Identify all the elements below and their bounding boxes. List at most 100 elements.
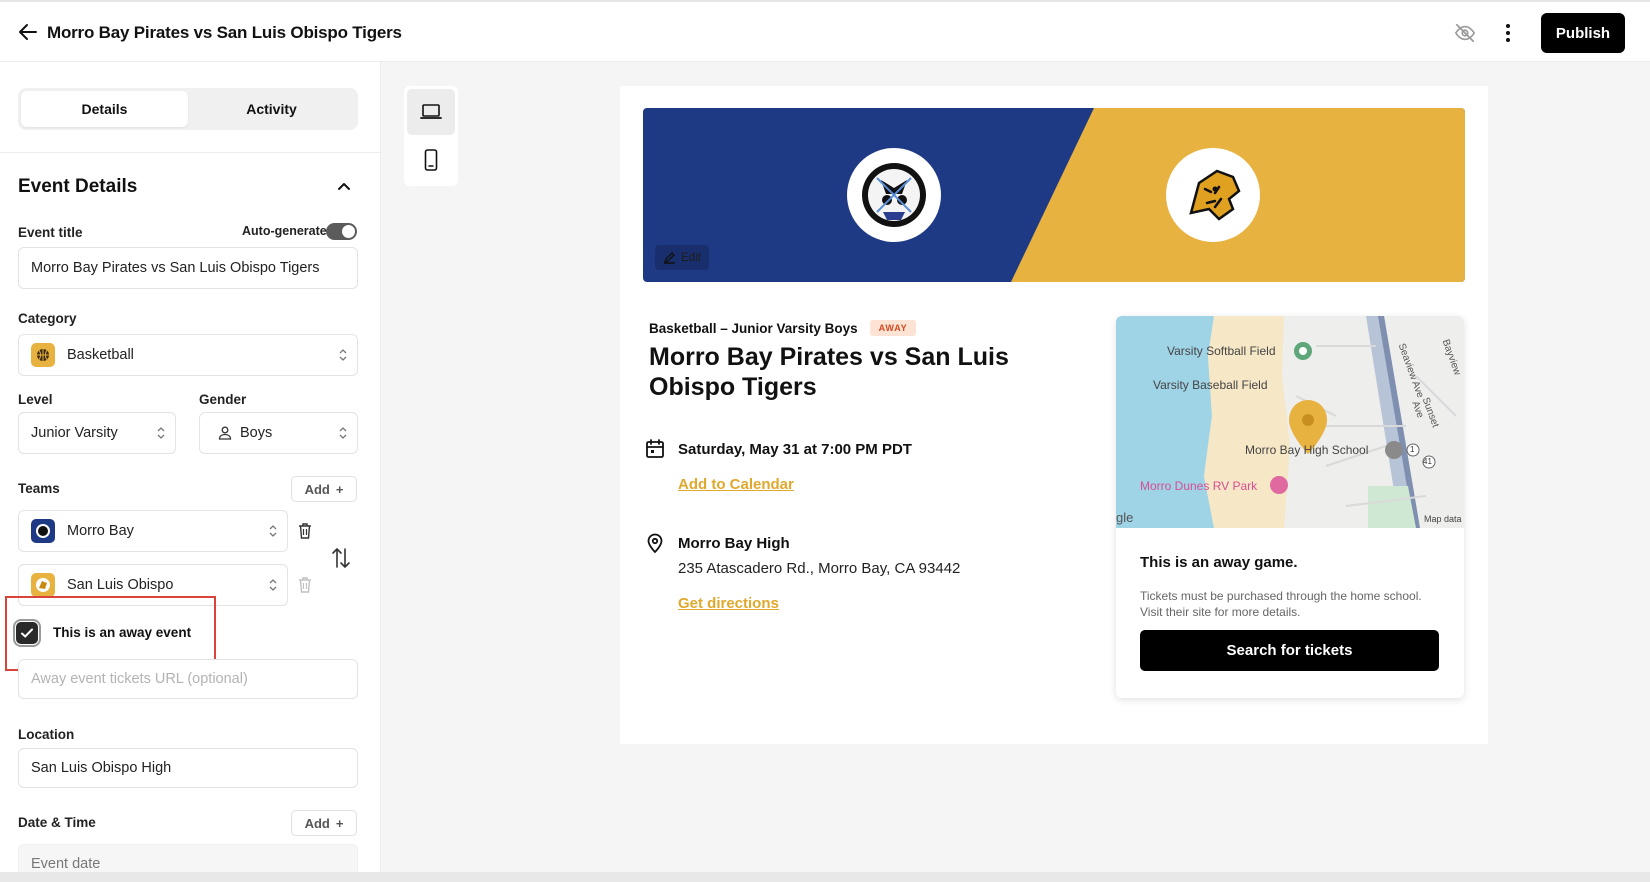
- gender-value: Boys: [240, 425, 273, 441]
- eye-off-icon[interactable]: [1454, 22, 1476, 44]
- plus-icon: +: [335, 481, 344, 497]
- category-select[interactable]: Basketball: [18, 334, 358, 376]
- tab-details[interactable]: Details: [21, 91, 188, 127]
- edit-banner-button[interactable]: Edit: [655, 245, 709, 270]
- edit-label: Edit: [681, 251, 701, 264]
- map-label-route-1: 1: [1410, 445, 1415, 454]
- level-value: Junior Varsity: [31, 425, 118, 441]
- away-tickets-url-placeholder: Away event tickets URL (optional): [31, 671, 248, 687]
- event-datetime: Saturday, May 31 at 7:00 PM PDT: [678, 441, 912, 458]
- teams-label: Teams: [18, 481, 60, 496]
- location-map[interactable]: Varsity Softball Field Varsity Baseball …: [1116, 316, 1464, 528]
- away-badge: AWAY: [869, 320, 917, 336]
- event-title-value: Morro Bay Pirates vs San Luis Obispo Tig…: [31, 260, 320, 276]
- divider: [0, 152, 380, 153]
- team-select-2[interactable]: San Luis Obispo: [18, 564, 288, 606]
- banner-background: [643, 108, 1465, 282]
- tab-activity[interactable]: Activity: [188, 91, 355, 127]
- away-info-card: Varsity Softball Field Varsity Baseball …: [1116, 316, 1464, 698]
- venue-address: 235 Atascadero Rd., Morro Bay, CA 93442: [678, 560, 961, 577]
- chevron-updown-icon: [157, 427, 165, 439]
- sidebar: Details Activity Event Details Event tit…: [0, 62, 381, 882]
- chevron-up-icon[interactable]: [334, 176, 354, 196]
- away-game-title: This is an away game.: [1140, 554, 1298, 571]
- team-1-name: Morro Bay: [67, 523, 134, 539]
- pencil-icon: [663, 252, 675, 264]
- pirates-logo-icon: [862, 163, 926, 227]
- add-label: Add: [304, 481, 330, 497]
- check-icon: [21, 628, 33, 638]
- swap-arrows-icon[interactable]: [330, 545, 352, 571]
- away-game-description: Tickets must be purchased through the ho…: [1140, 589, 1422, 619]
- auto-generate-label: Auto-generate: [242, 224, 327, 238]
- sport-level-text: Basketball – Junior Varsity Boys: [649, 320, 858, 336]
- level-label: Level: [18, 392, 53, 407]
- map-label-softball: Varsity Softball Field: [1167, 344, 1276, 358]
- add-team-button[interactable]: Add +: [291, 476, 357, 502]
- gender-label: Gender: [199, 392, 247, 407]
- away-tickets-url-input[interactable]: Away event tickets URL (optional): [18, 659, 358, 699]
- plus-icon: +: [335, 815, 344, 831]
- desktop-view-button[interactable]: [407, 89, 455, 135]
- gender-select[interactable]: Boys: [199, 412, 358, 454]
- event-date-placeholder: Event date: [31, 856, 101, 872]
- away-event-checkbox[interactable]: [13, 619, 41, 647]
- map-google-logo: gle: [1116, 510, 1134, 525]
- venue-name: Morro Bay High: [678, 535, 790, 552]
- location-label: Location: [18, 727, 75, 742]
- map-label-baseball: Varsity Baseball Field: [1153, 378, 1268, 392]
- matchup-banner: Edit: [643, 108, 1465, 282]
- team-2-name: San Luis Obispo: [67, 577, 174, 593]
- phone-icon: [424, 149, 438, 171]
- add-datetime-button[interactable]: Add +: [291, 810, 357, 836]
- category-value: Basketball: [67, 347, 134, 363]
- device-toggle: [404, 86, 458, 186]
- tigers-logo-icon: [31, 573, 55, 597]
- publish-button[interactable]: Publish: [1541, 13, 1625, 53]
- add-to-calendar-link[interactable]: Add to Calendar: [678, 476, 794, 493]
- chevron-updown-icon: [339, 427, 347, 439]
- datetime-label: Date & Time: [18, 815, 96, 830]
- bottom-scroll-strip: [0, 872, 1650, 882]
- trash-icon[interactable]: [297, 576, 313, 594]
- add-label: Add: [304, 815, 330, 831]
- chevron-updown-icon: [269, 579, 277, 591]
- mobile-view-button[interactable]: [407, 137, 455, 183]
- event-title-label: Event title: [18, 225, 83, 240]
- location-pin-icon: [647, 533, 663, 554]
- top-bar: Morro Bay Pirates vs San Luis Obispo Tig…: [0, 0, 1650, 62]
- pirates-logo: [847, 148, 941, 242]
- tigers-logo: [1166, 148, 1260, 242]
- trash-icon[interactable]: [297, 522, 313, 540]
- map-label-route-41: 41: [1423, 457, 1432, 466]
- map-label-rv-park: Morro Dunes RV Park: [1140, 479, 1258, 493]
- location-value: San Luis Obispo High: [31, 760, 172, 776]
- category-label: Category: [18, 311, 77, 326]
- event-preview-card: Edit Basketball – Junior Varsity Boys AW…: [620, 86, 1488, 744]
- location-input[interactable]: San Luis Obispo High: [18, 748, 358, 788]
- auto-generate-toggle[interactable]: [326, 223, 357, 240]
- map-data-label[interactable]: Map data: [1424, 514, 1462, 524]
- away-event-label[interactable]: This is an away event: [53, 625, 191, 640]
- search-tickets-button[interactable]: Search for tickets: [1140, 630, 1439, 671]
- calendar-icon: [646, 439, 664, 458]
- toggle-knob: [342, 225, 355, 238]
- level-select[interactable]: Junior Varsity: [18, 412, 176, 454]
- tab-switcher: Details Activity: [18, 88, 358, 130]
- chevron-updown-icon: [269, 525, 277, 537]
- event-title: Morro Bay Pirates vs San Luis Obispo Tig…: [649, 343, 1009, 401]
- more-options-icon[interactable]: [1496, 21, 1520, 45]
- pirates-logo-icon: [31, 519, 55, 543]
- laptop-icon: [420, 104, 442, 119]
- get-directions-link[interactable]: Get directions: [678, 595, 779, 612]
- map-label-school: Morro Bay High School: [1245, 443, 1369, 457]
- page-title: Morro Bay Pirates vs San Luis Obispo Tig…: [47, 23, 402, 42]
- basketball-icon: [31, 343, 55, 367]
- event-title-input[interactable]: Morro Bay Pirates vs San Luis Obispo Tig…: [18, 247, 358, 289]
- chevron-updown-icon: [339, 349, 347, 361]
- event-meta-line: Basketball – Junior Varsity Boys AWAY: [649, 320, 917, 336]
- person-icon: [218, 426, 232, 440]
- back-arrow-icon[interactable]: [16, 20, 40, 44]
- team-select-1[interactable]: Morro Bay: [18, 510, 288, 552]
- section-title: Event Details: [18, 176, 138, 197]
